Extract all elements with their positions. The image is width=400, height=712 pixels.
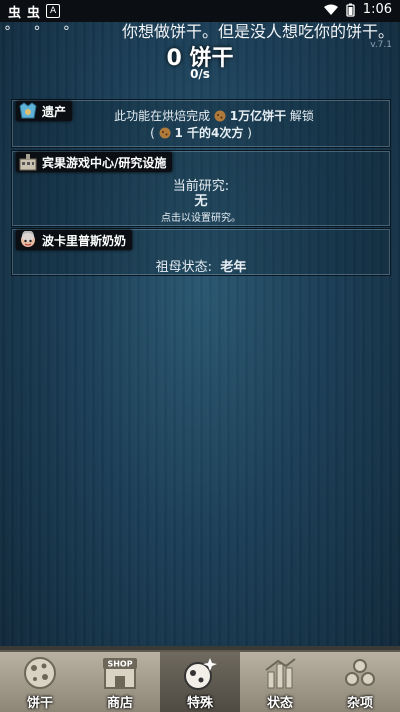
paren-close: ) [247,126,252,140]
legacy-unlock-amount: 1万亿饼干 [229,109,287,123]
research-hint[interactable]: 点击以设置研究。 [12,209,390,224]
bottom-navigation: 饼干 SHOP 商店 特殊 状态 杂项 [0,646,400,712]
news-ticker[interactable]: 你想做饼干。但是没人想吃你的饼干。 [122,18,394,42]
grandma-title-label: 波卡里普斯奶奶 [42,233,127,248]
research-title: 宾果游戏中心/研究设施 [16,152,173,172]
tab-misc[interactable]: 杂项 [320,652,400,712]
paren-open: ( [150,126,155,140]
stats-icon [262,656,298,694]
tab-stats-label: 状态 [266,696,293,711]
app-notification-icon: A [46,4,61,18]
legacy-unlock-prefix: 此功能在烘焙完成 [114,109,211,123]
research-title-label: 宾果游戏中心/研究设施 [42,155,167,170]
grandmapocalypse-panel[interactable]: 波卡里普斯奶奶 祖母状态: 老年 [11,228,391,276]
shop-sign-text: SHOP [107,660,132,669]
cookie-icon [23,656,57,694]
research-panel[interactable]: 宾果游戏中心/研究设施 当前研究: 无 点击以设置研究。 [11,150,391,227]
cookies-per-second: 0/s [190,67,210,81]
notification-bug-icon: 虫 [8,5,22,21]
tab-special-label: 特殊 [186,696,213,711]
cookie-small-icon [214,110,226,122]
tab-shop-label: 商店 [106,696,133,711]
legacy-unlock-detail-text: 1 千的4次方 [174,126,244,140]
tab-stats[interactable]: 状态 [240,652,320,712]
tab-cookie[interactable]: 饼干 [0,652,80,712]
cookie-small-icon [159,127,171,139]
shop-icon: SHOP [101,656,139,694]
tab-misc-label: 杂项 [346,696,373,711]
tab-cookie-label: 饼干 [26,696,53,711]
notification-bug-icon: 虫 [27,5,41,21]
wifi-icon [323,4,338,15]
grandma-title: 波卡里普斯奶奶 [16,230,133,250]
misc-icon [343,656,377,694]
legacy-unlock-suffix: 解锁 [289,109,314,123]
tab-shop[interactable]: SHOP 商店 [80,652,160,712]
clock: 1:06 [362,2,392,17]
grandma-status-label: 祖母状态: [155,260,213,275]
special-icon [182,656,218,696]
research-facility-icon [18,153,38,171]
legacy-panel[interactable]: 遗产 此功能在烘焙完成 1万亿饼干 解锁 ( 1 千的4次方 ) [11,99,391,148]
legacy-unlock-detail: ( 1 千的4次方 ) [12,124,390,141]
grandma-icon [18,231,38,249]
menu-dots[interactable]: ° ° ° [4,24,79,40]
grandma-status: 祖母状态: 老年 [12,256,390,275]
tab-special[interactable]: 特殊 [160,652,240,712]
grandma-status-value: 老年 [220,260,247,275]
current-research-value: 无 [194,194,208,209]
battery-icon [346,3,355,17]
legacy-unlock-line: 此功能在烘焙完成 1万亿饼干 解锁 [12,107,390,124]
nav-divider [0,646,400,650]
